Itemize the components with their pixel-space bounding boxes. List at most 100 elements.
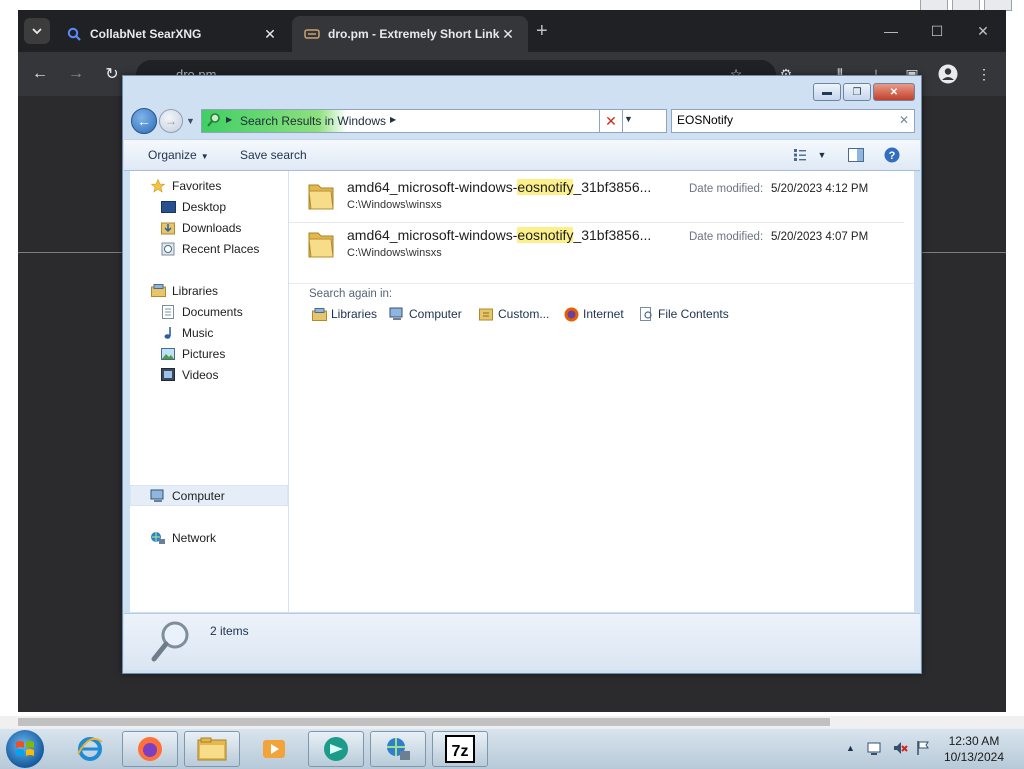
- sidebar-item-network[interactable]: Network: [130, 527, 288, 548]
- explorer-window-controls: ▬ ❐ ✕: [813, 83, 915, 101]
- search-again-internet-link[interactable]: Internet: [563, 307, 624, 321]
- menu-dots-icon[interactable]: ⋮: [972, 62, 996, 86]
- sidebar-item-documents[interactable]: Documents: [130, 301, 288, 322]
- start-button[interactable]: [6, 730, 44, 768]
- breadcrumb-arrow-icon[interactable]: ▶: [390, 115, 396, 124]
- organize-label: Organize: [148, 148, 197, 162]
- taskbar-network-app[interactable]: [370, 731, 426, 767]
- sidebar-item-label: Computer: [172, 488, 225, 503]
- flag-icon[interactable]: [916, 740, 930, 759]
- date-modified-value: 5/20/2023 4:12 PM: [771, 183, 869, 195]
- custom-folder-icon: [478, 307, 494, 321]
- explorer-navigation-bar: ← → ▼ ▶ Search Results in Windows ▶ ▼ ✕ …: [131, 108, 915, 134]
- taskbar-app-green[interactable]: [308, 731, 364, 767]
- windows-logo-icon: [16, 741, 34, 756]
- sidebar-item-videos[interactable]: Videos: [130, 364, 288, 385]
- taskbar-7zip[interactable]: 7z: [432, 731, 488, 767]
- show-hidden-icons-icon[interactable]: ▲: [846, 743, 855, 753]
- taskbar-media-player[interactable]: [246, 731, 302, 767]
- tab-dropm[interactable]: dro.pm - Extremely Short Links ✕: [292, 16, 528, 52]
- taskbar-explorer[interactable]: [184, 731, 240, 767]
- sidebar-item-recent-places[interactable]: Recent Places: [130, 238, 288, 259]
- help-icon[interactable]: ?: [882, 146, 902, 164]
- close-icon[interactable]: ✕: [873, 83, 915, 101]
- sidebar-item-label: Desktop: [182, 199, 227, 214]
- sidebar-item-label: Favorites: [172, 178, 222, 193]
- sidebar-item-label: Network: [172, 530, 217, 545]
- stop-search-button[interactable]: ✕: [599, 109, 623, 133]
- search-again-custom-link[interactable]: Custom...: [478, 307, 549, 321]
- folder-icon: [308, 232, 334, 258]
- search-again-libraries-link[interactable]: Libraries: [311, 307, 377, 321]
- preview-pane-icon[interactable]: [846, 146, 866, 164]
- sidebar-item-favorites[interactable]: Favorites: [130, 175, 288, 196]
- minimize-icon[interactable]: ▬: [813, 83, 841, 101]
- back-button[interactable]: ←: [131, 108, 157, 134]
- internet-explorer-icon: [77, 737, 103, 761]
- breadcrumb[interactable]: Search Results in Windows: [240, 114, 386, 128]
- chevron-down-icon[interactable]: ▼: [812, 146, 832, 164]
- close-icon[interactable]: ✕: [500, 26, 516, 43]
- pictures-icon: [160, 347, 176, 361]
- tab-search-button[interactable]: [24, 18, 50, 44]
- forward-arrow-icon[interactable]: →: [64, 62, 88, 86]
- svg-text:?: ?: [889, 150, 896, 162]
- videos-icon: [160, 368, 176, 382]
- clear-search-icon[interactable]: ✕: [899, 113, 909, 127]
- search-box: ✕: [671, 109, 915, 133]
- close-icon[interactable]: ✕: [262, 26, 278, 43]
- sidebar-item-pictures[interactable]: Pictures: [130, 343, 288, 364]
- maximize-icon[interactable]: ☐: [914, 10, 960, 52]
- result-path: C:\Windows\winsxs: [347, 199, 442, 211]
- taskbar-firefox[interactable]: [122, 731, 178, 767]
- file-contents-icon: [638, 307, 654, 321]
- reload-icon[interactable]: ↻: [100, 62, 124, 86]
- documents-icon: [160, 304, 176, 319]
- forward-button[interactable]: →: [159, 109, 183, 133]
- organize-button[interactable]: Organize ▼: [148, 148, 209, 162]
- list-item[interactable]: amd64_microsoft-windows-eosnotify_31bf38…: [289, 219, 904, 265]
- sidebar-item-libraries[interactable]: Libraries: [130, 280, 288, 301]
- svg-text:7z: 7z: [452, 743, 469, 760]
- sidebar-item-label: Videos: [182, 367, 219, 382]
- back-arrow-icon[interactable]: ←: [28, 62, 52, 86]
- action-center-icon[interactable]: [866, 740, 882, 759]
- sidebar-item-downloads[interactable]: Downloads: [130, 217, 288, 238]
- horizontal-scrollbar[interactable]: [0, 716, 1024, 728]
- search-again-file-contents-link[interactable]: File Contents: [638, 307, 729, 321]
- media-player-icon: [263, 740, 285, 758]
- sidebar-item-music[interactable]: Music: [130, 322, 288, 343]
- tab-title: CollabNet SearXNG: [90, 27, 202, 41]
- search-again-computer-link[interactable]: Computer: [389, 307, 462, 321]
- breadcrumb-arrow-icon[interactable]: ▶: [226, 115, 232, 124]
- tab-searxng[interactable]: CollabNet SearXNG ✕: [54, 16, 290, 52]
- profile-avatar-icon[interactable]: [936, 62, 960, 86]
- minimize-icon[interactable]: —: [868, 10, 914, 52]
- sidebar-item-label: Libraries: [172, 283, 219, 298]
- desktop-icon: [160, 200, 176, 214]
- search-input[interactable]: [677, 113, 887, 127]
- sidebar-item-desktop[interactable]: Desktop: [130, 196, 288, 217]
- computer-icon: [389, 307, 405, 321]
- view-options-icon[interactable]: [790, 146, 810, 164]
- sidebar-item-computer[interactable]: Computer: [130, 485, 288, 506]
- network-icon: [387, 738, 410, 760]
- libraries-icon: [311, 307, 327, 321]
- firefox-icon: [138, 737, 162, 761]
- folder-icon: [197, 737, 227, 761]
- item-count: 2 items: [210, 624, 249, 638]
- explorer-address-bar[interactable]: ▶ Search Results in Windows ▶ ▼: [201, 109, 667, 133]
- new-tab-button[interactable]: +: [536, 21, 548, 41]
- close-icon[interactable]: ✕: [960, 10, 1006, 52]
- volume-muted-icon[interactable]: [892, 740, 908, 759]
- address-dropdown-icon[interactable]: ▼: [624, 114, 633, 124]
- list-item[interactable]: amd64_microsoft-windows-eosnotify_31bf38…: [289, 171, 904, 223]
- taskbar-internet-explorer[interactable]: [62, 731, 118, 767]
- restore-icon[interactable]: ❐: [843, 83, 871, 101]
- scrollbar-thumb[interactable]: [18, 718, 830, 726]
- history-dropdown-icon[interactable]: ▼: [186, 116, 195, 126]
- sidebar-item-label: Music: [182, 325, 214, 340]
- save-search-button[interactable]: Save search: [240, 148, 307, 162]
- date-modified-value: 5/20/2023 4:07 PM: [771, 231, 869, 243]
- system-clock[interactable]: 12:30 AM 10/13/2024: [944, 733, 1004, 765]
